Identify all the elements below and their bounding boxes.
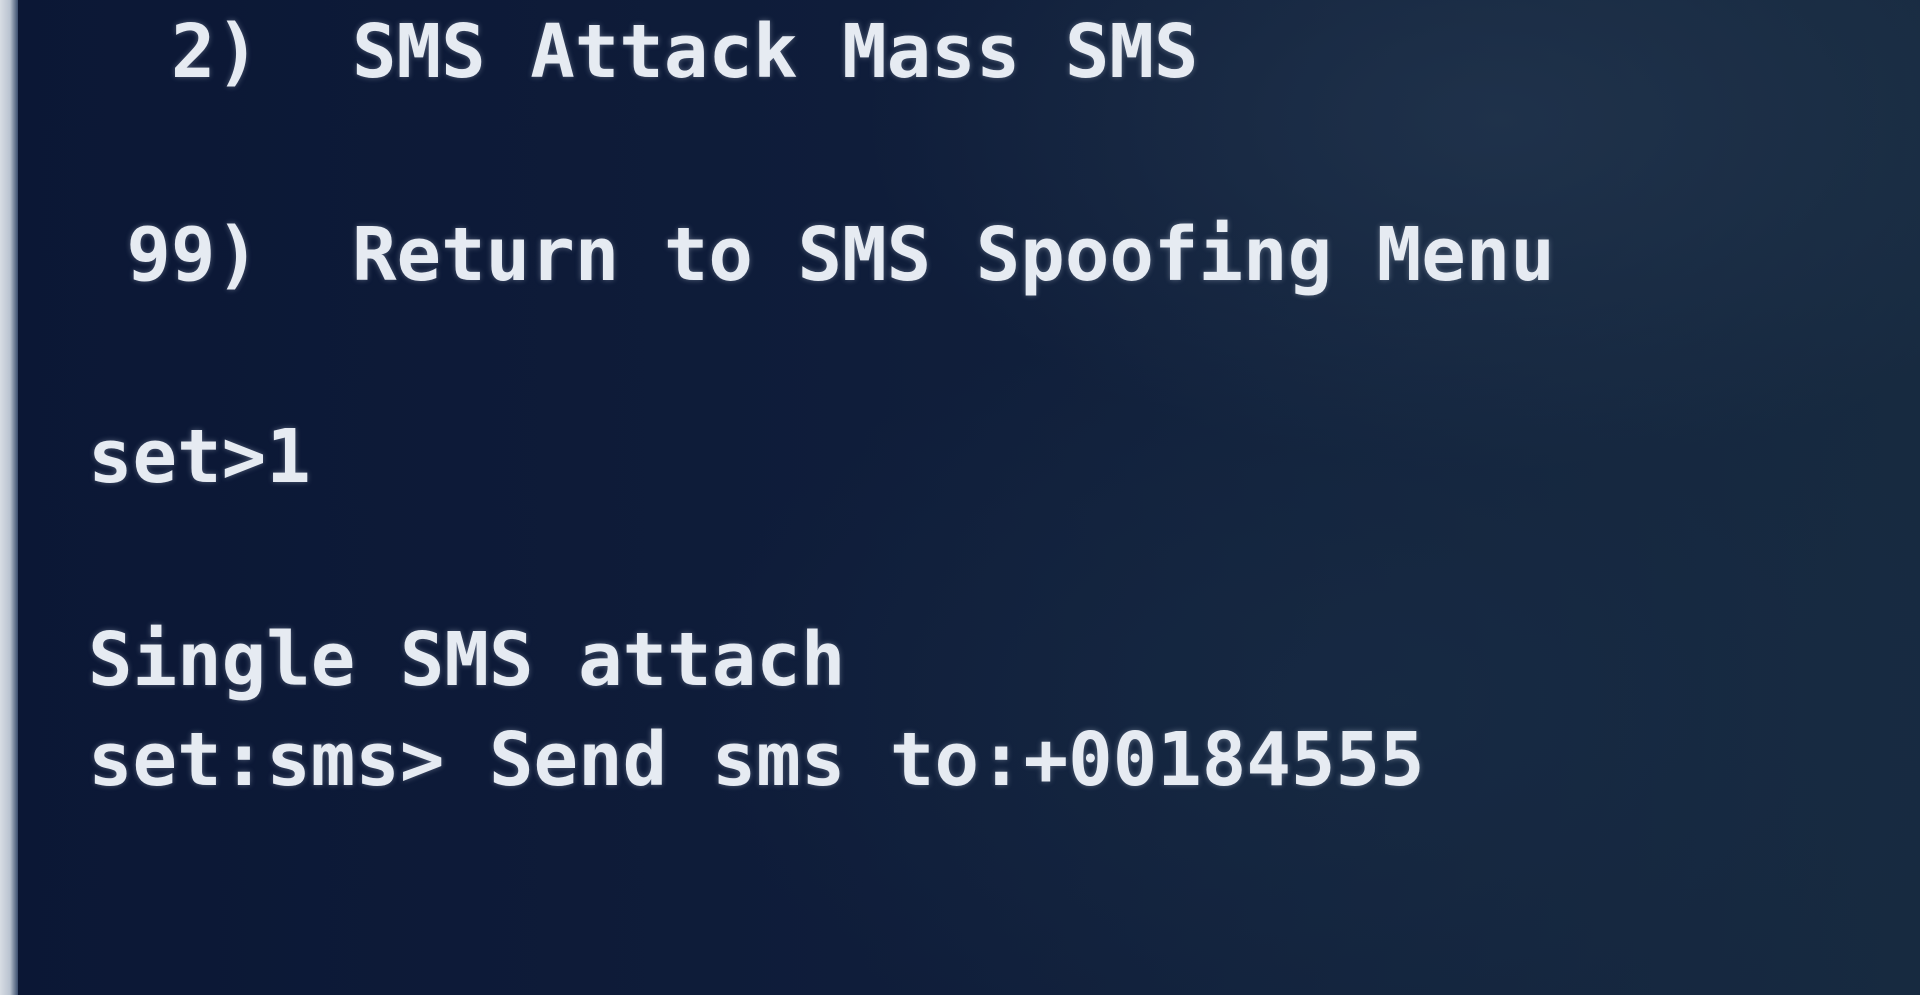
terminal-output: 2) SMS Attack Mass SMS 99) Return to SMS… — [0, 0, 1920, 995]
menu-item-99-number: 99) — [126, 212, 260, 298]
sms-input-prompt[interactable]: set:sms> Send sms to:+00184555 — [88, 723, 1425, 797]
menu-item-2-number: 2) — [170, 9, 260, 95]
terminal-screen: 2) SMS Attack Mass SMS 99) Return to SMS… — [0, 0, 1920, 995]
status-line: Single SMS attach — [88, 617, 846, 703]
menu-item-2-label: SMS Attack Mass SMS — [352, 9, 1199, 95]
set-prompt-line: set>1 — [88, 414, 311, 500]
menu-item-99-label: Return to SMS Spoofing Menu — [352, 212, 1555, 298]
